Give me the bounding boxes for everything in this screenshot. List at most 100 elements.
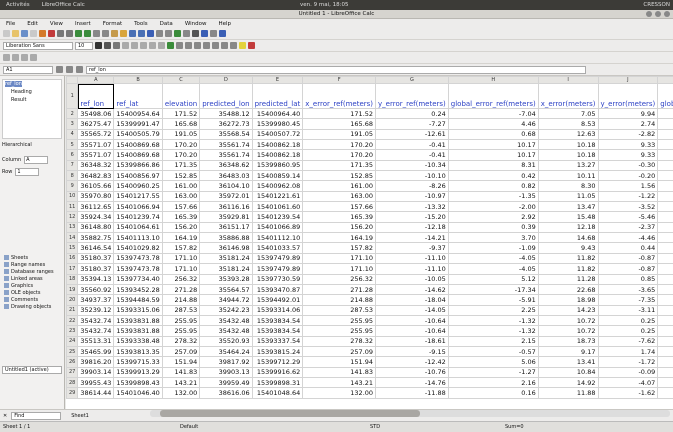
data-cell[interactable]: 35464.24 — [199, 345, 253, 358]
data-cell[interactable]: -11.10 — [375, 263, 449, 275]
data-cell[interactable]: 9.17 — [537, 345, 599, 358]
data-cell[interactable]: -4.05 — [657, 190, 673, 203]
data-cell[interactable]: 38616.06 — [199, 387, 253, 399]
data-cell[interactable]: 35393.28 — [199, 273, 253, 285]
row-header[interactable]: 20 — [66, 294, 79, 306]
user-menu[interactable]: CRESSON — [643, 2, 670, 8]
scrollbar-thumb[interactable] — [160, 410, 420, 417]
data-cell[interactable]: 15401061.60 — [251, 201, 304, 213]
menu-view[interactable]: View — [44, 21, 69, 27]
data-cell[interactable]: 171.52 — [302, 107, 377, 120]
data-cell[interactable]: -6.11 — [657, 263, 673, 275]
data-cell[interactable]: -1.09 — [447, 242, 539, 254]
hyperlink-icon[interactable] — [147, 30, 154, 37]
data-cell[interactable]: 7.05 — [537, 107, 599, 120]
data-cell[interactable]: 10.72 — [537, 325, 599, 337]
row-header[interactable]: 10 — [66, 190, 79, 203]
data-cell[interactable]: 156.20 — [161, 221, 201, 234]
help-icon[interactable] — [219, 30, 226, 37]
data-cell[interactable]: 22.68 — [537, 283, 599, 296]
data-cell[interactable]: 15400964.40 — [251, 107, 304, 120]
data-cell[interactable]: 7.49 — [657, 139, 673, 151]
row-header[interactable]: 29 — [66, 387, 79, 399]
data-cell[interactable]: 36104.10 — [199, 180, 253, 192]
decrease-indent-icon[interactable] — [212, 42, 219, 49]
header-cell[interactable]: x_error_ref(meters) — [302, 83, 377, 109]
data-cell[interactable]: 2.25 — [447, 304, 539, 316]
row-header[interactable]: 26 — [66, 356, 79, 368]
data-cell[interactable]: 191.05 — [302, 128, 377, 141]
data-cell[interactable]: -11.10 — [375, 252, 449, 265]
data-cell[interactable]: 157.66 — [302, 201, 377, 213]
data-cell[interactable]: 141.83 — [161, 366, 201, 378]
data-cell[interactable]: 15397734.40 — [113, 273, 163, 285]
data-cell[interactable]: 170.20 — [161, 139, 201, 151]
data-cell[interactable]: 15399913.29 — [113, 366, 163, 378]
data-cell[interactable]: 0.24 — [375, 107, 449, 120]
data-cell[interactable]: 35181.24 — [199, 252, 253, 265]
data-cell[interactable]: 36148.80 — [77, 221, 115, 234]
data-cell[interactable]: 191.05 — [161, 128, 201, 141]
data-cell[interactable]: 15401046.40 — [113, 387, 163, 399]
align-right-icon[interactable] — [140, 42, 147, 49]
toolbar-icon[interactable] — [3, 54, 10, 61]
data-cell[interactable]: -10.64 — [375, 325, 449, 337]
data-cell[interactable]: -1.32 — [447, 325, 539, 337]
data-cell[interactable]: 157.82 — [302, 242, 377, 254]
increase-indent-icon[interactable] — [221, 42, 228, 49]
data-cell[interactable]: 255.95 — [302, 314, 377, 327]
row-header[interactable]: 21 — [66, 304, 79, 316]
data-cell[interactable]: -2.82 — [597, 128, 659, 141]
data-cell[interactable]: 36116.16 — [199, 201, 253, 213]
data-cell[interactable]: 7.49 — [657, 149, 673, 161]
data-cell[interactable]: 35432.74 — [77, 325, 115, 337]
menu-window[interactable]: Window — [179, 21, 213, 27]
function-wizard-icon[interactable] — [56, 66, 63, 73]
data-cell[interactable]: -18.61 — [375, 335, 449, 347]
data-cell[interactable]: 2.16 — [447, 376, 539, 389]
data-cell[interactable]: 157.82 — [161, 242, 201, 254]
data-cell[interactable]: 12.18 — [537, 221, 599, 234]
data-cell[interactable]: 15400507.72 — [251, 128, 304, 141]
row-header[interactable]: 19 — [66, 283, 79, 296]
row-header[interactable]: 7 — [66, 159, 79, 172]
row-header[interactable]: 23 — [66, 325, 79, 337]
align-center-icon[interactable] — [131, 42, 138, 49]
data-cell[interactable]: 256.32 — [302, 273, 377, 285]
data-cell[interactable]: -4.05 — [447, 252, 539, 265]
data-cell[interactable]: 171.35 — [161, 159, 201, 172]
data-cell[interactable]: 11.88 — [537, 387, 599, 399]
data-cell[interactable]: 0.82 — [447, 180, 539, 192]
data-cell[interactable]: 3.05 — [657, 356, 673, 368]
data-cell[interactable]: 151.94 — [302, 356, 377, 368]
data-cell[interactable]: 36146.98 — [199, 242, 253, 254]
print-icon[interactable] — [57, 30, 64, 37]
data-cell[interactable]: 15394484.59 — [113, 294, 163, 306]
sort-ascending-icon[interactable] — [156, 30, 163, 37]
data-cell[interactable]: 15401066.94 — [113, 201, 163, 213]
row-spinbox[interactable]: 1 — [15, 168, 40, 176]
category-item[interactable]: Database ranges — [2, 268, 62, 275]
data-cell[interactable]: 15401113.10 — [113, 232, 163, 244]
data-cell[interactable]: 15400962.08 — [251, 180, 304, 192]
row-header[interactable]: 8 — [66, 170, 79, 182]
data-cell[interactable]: -9.37 — [375, 242, 449, 254]
copy-icon[interactable] — [102, 30, 109, 37]
spreadsheet-grid[interactable]: ABCDEFGHIJK 1ref_lonref_latelevationpred… — [66, 76, 673, 409]
data-cell[interactable]: -2.28 — [657, 221, 673, 234]
merge-cells-icon[interactable] — [158, 42, 165, 49]
row-header[interactable]: 18 — [66, 273, 79, 285]
data-cell[interactable]: 35886.88 — [199, 232, 253, 244]
column-header[interactable]: A — [77, 76, 115, 84]
justify-icon[interactable] — [149, 42, 156, 49]
data-cell[interactable]: -14.21 — [375, 232, 449, 244]
currency-icon[interactable] — [167, 42, 174, 49]
font-size-box[interactable]: 10 — [75, 41, 93, 50]
app-menu-button[interactable]: LibreOffice Calc — [36, 2, 91, 8]
data-cell[interactable]: -1.22 — [597, 190, 659, 203]
data-cell[interactable]: -7.62 — [597, 335, 659, 347]
data-cell[interactable]: 0.42 — [447, 170, 539, 182]
data-cell[interactable]: -2.25 — [657, 387, 673, 399]
data-cell[interactable]: 11.28 — [537, 273, 599, 285]
data-cell[interactable]: 15393314.06 — [251, 304, 304, 316]
